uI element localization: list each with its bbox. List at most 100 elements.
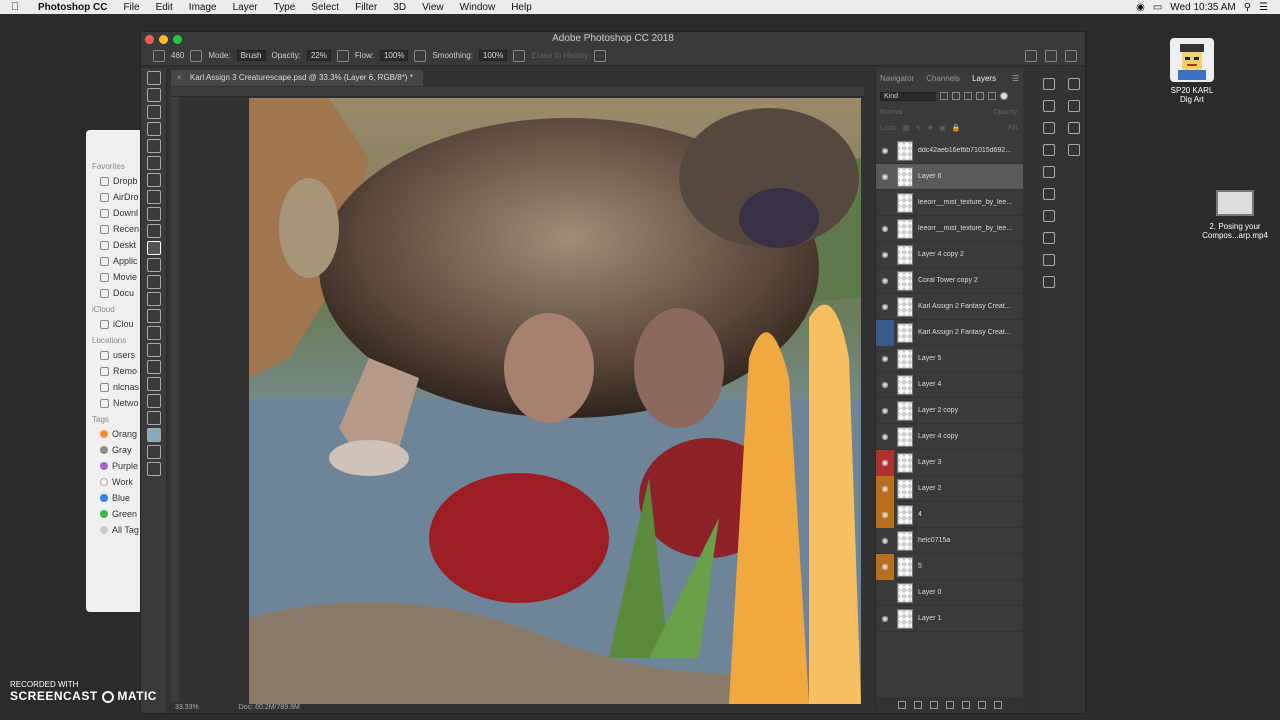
finder-location[interactable]: Remo: [86, 363, 148, 379]
layer-thumbnail[interactable]: [897, 270, 913, 291]
layer-thumbnail[interactable]: [897, 140, 913, 161]
layer-thumbnail[interactable]: [897, 348, 913, 369]
move-tool-icon[interactable]: [146, 71, 161, 85]
layer-name[interactable]: Layer 5: [918, 355, 1018, 362]
glyphs-panel-icon[interactable]: [1043, 254, 1055, 266]
layer-row[interactable]: ◉ Karl Assign 2 Fantasy Creat...: [876, 294, 1023, 320]
visibility-eye-icon[interactable]: [876, 190, 894, 216]
apple-menu-icon[interactable]: : [0, 1, 30, 13]
layer-name[interactable]: leeorr__mist_texture_by_lee...: [918, 225, 1018, 232]
quick-select-tool-icon[interactable]: [146, 122, 161, 136]
layer-thumbnail[interactable]: [897, 478, 913, 499]
healing-brush-tool-icon[interactable]: [146, 173, 161, 187]
layer-row[interactable]: ◉ Layer 4 copy: [876, 424, 1023, 450]
visibility-eye-icon[interactable]: ◉: [876, 346, 894, 372]
zoom-window-button[interactable]: [173, 35, 182, 44]
airbrush-icon[interactable]: [414, 49, 427, 62]
foreground-color-swatch[interactable]: [146, 428, 161, 442]
menu-file[interactable]: File: [115, 2, 147, 13]
filter-adjustment-icon[interactable]: [952, 92, 960, 100]
filter-kind-select[interactable]: Kind: [880, 91, 936, 101]
doc-size-info[interactable]: Doc: 60.2M/789.8M: [239, 704, 300, 711]
layer-row[interactable]: ◉ Layer 6: [876, 164, 1023, 190]
layer-thumbnail[interactable]: [897, 322, 913, 343]
layer-name[interactable]: Layer 4 copy 2: [918, 251, 1018, 258]
notification-center-icon[interactable]: ☰: [1259, 2, 1268, 13]
visibility-eye-icon[interactable]: ◉: [876, 372, 894, 398]
menu-select[interactable]: Select: [303, 2, 347, 13]
adjustment-layer-icon[interactable]: [946, 701, 954, 709]
swatches-panel-icon[interactable]: [1068, 100, 1080, 112]
gradient-tool-icon[interactable]: [146, 258, 161, 272]
opacity-field[interactable]: 22%: [306, 50, 331, 61]
libraries-panel-icon[interactable]: [1043, 276, 1055, 288]
finder-favorite[interactable]: AirDro: [86, 189, 148, 205]
layer-name[interactable]: leeorr__mist_texture_by_lee...: [918, 199, 1018, 206]
layer-thumbnail[interactable]: [897, 374, 913, 395]
layer-thumbnail[interactable]: [897, 452, 913, 473]
finder-tag[interactable]: Orang: [86, 426, 148, 442]
lock-position-icon[interactable]: ✥: [927, 124, 933, 132]
layer-thumbnail[interactable]: [897, 582, 913, 603]
link-layers-icon[interactable]: [898, 701, 906, 709]
type-tool-icon[interactable]: [146, 326, 161, 340]
panel-menu-icon[interactable]: ☰: [1012, 74, 1019, 83]
menu-view[interactable]: View: [414, 2, 452, 13]
more-tools-icon[interactable]: [146, 411, 161, 425]
finder-tag[interactable]: Purple: [86, 458, 148, 474]
visibility-eye-icon[interactable]: [876, 580, 894, 606]
finder-favorite[interactable]: Applic: [86, 253, 148, 269]
lasso-tool-icon[interactable]: [146, 105, 161, 119]
erase-to-history-option[interactable]: Erase to History: [531, 51, 588, 60]
visibility-eye-icon[interactable]: ◉: [876, 216, 894, 242]
history-panel-icon[interactable]: [1043, 78, 1055, 90]
document-canvas[interactable]: [249, 98, 861, 704]
new-layer-icon[interactable]: [978, 701, 986, 709]
layer-name[interactable]: Layer 4: [918, 381, 1018, 388]
layer-name[interactable]: Layer 1: [918, 615, 1018, 622]
layer-thumbnail[interactable]: [897, 218, 913, 239]
menu-help[interactable]: Help: [503, 2, 540, 13]
spotlight-search-icon[interactable]: ⚲: [1244, 2, 1251, 13]
layer-name[interactable]: Layer 0: [918, 589, 1018, 596]
clone-stamp-tool-icon[interactable]: [146, 207, 161, 221]
color-panel-icon[interactable]: [1068, 78, 1080, 90]
eyedropper-tool-icon[interactable]: [146, 156, 161, 170]
visibility-eye-icon[interactable]: ◉: [876, 528, 894, 554]
share-icon[interactable]: [1065, 49, 1077, 62]
layer-name[interactable]: Layer 2: [918, 485, 1018, 492]
brush-settings-panel-icon[interactable]: [1043, 166, 1055, 178]
menubar-clock[interactable]: Wed 10:35 AM: [1170, 2, 1235, 13]
new-group-icon[interactable]: [962, 701, 970, 709]
visibility-eye-icon[interactable]: ◉: [876, 398, 894, 424]
layer-thumbnail[interactable]: [897, 244, 913, 265]
zoom-tool-icon[interactable]: [146, 394, 161, 408]
fx-icon[interactable]: [914, 701, 922, 709]
actions-panel-icon[interactable]: [1043, 100, 1055, 112]
layer-row[interactable]: ◉ 5: [876, 553, 1023, 580]
finder-tag[interactable]: Green: [86, 506, 148, 522]
lock-all-icon[interactable]: 🔒: [952, 124, 961, 132]
visibility-eye-icon[interactable]: ◉: [876, 242, 894, 268]
layer-row[interactable]: ◉ leeorr__mist_texture_by_lee...: [876, 216, 1023, 242]
layer-row[interactable]: ◉ Layer 3: [876, 449, 1023, 476]
layer-name[interactable]: Layer 2 copy: [918, 407, 1018, 414]
visibility-eye-icon[interactable]: ◉: [876, 606, 894, 632]
pen-tool-icon[interactable]: [146, 309, 161, 323]
layer-name[interactable]: Layer 4 copy: [918, 433, 1018, 440]
layer-row[interactable]: Layer 0: [876, 580, 1023, 606]
shape-tool-icon[interactable]: [146, 360, 161, 374]
add-mask-icon[interactable]: [930, 701, 938, 709]
layer-row[interactable]: ◉ Layer 2 copy: [876, 398, 1023, 424]
menu-layer[interactable]: Layer: [225, 2, 266, 13]
workspace-icon[interactable]: [1045, 49, 1057, 62]
marquee-tool-icon[interactable]: [146, 88, 161, 102]
visibility-eye-icon[interactable]: [876, 319, 894, 346]
menu-edit[interactable]: Edit: [148, 2, 181, 13]
finder-favorite[interactable]: Recen: [86, 221, 148, 237]
layer-name[interactable]: Karl Assign 2 Fantasy Creat...: [918, 303, 1018, 310]
visibility-eye-icon[interactable]: ◉: [876, 501, 894, 528]
visibility-eye-icon[interactable]: ◉: [876, 138, 894, 164]
close-window-button[interactable]: [145, 35, 154, 44]
visibility-eye-icon[interactable]: ◉: [876, 164, 894, 190]
